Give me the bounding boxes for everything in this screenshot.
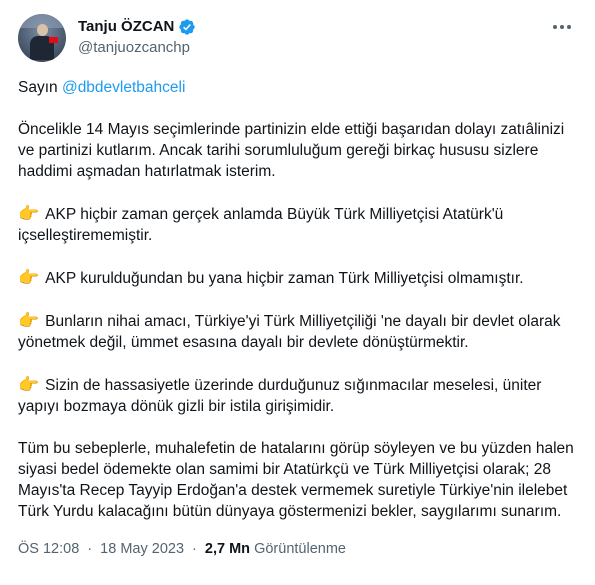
tweet-card: Tanju ÖZCAN @tanjuozcanchp Sayın @dbdevl… <box>0 0 595 585</box>
tweet-date[interactable]: 18 May 2023 <box>100 541 184 557</box>
closing-paragraph: Tüm bu sebeplerle, muhalefetin de hatala… <box>18 440 574 520</box>
point-text: Bunların nihai amacı, Türkiye'yi Türk Mi… <box>18 313 561 351</box>
avatar[interactable] <box>18 14 66 62</box>
pointing-hand-icon: 👉 <box>18 375 40 394</box>
tweet-meta: ÖS 12:08 · 18 May 2023 · 2,7 Mn Görüntül… <box>18 539 346 559</box>
intro-paragraph: Öncelikle 14 Mayıs seçimlerinde partiniz… <box>18 121 565 180</box>
greeting: Sayın @dbdevletbahceli <box>18 77 578 98</box>
author-handle[interactable]: @tanjuozcanchp <box>78 38 196 58</box>
pointing-hand-icon: 👉 <box>18 204 40 223</box>
author-display-name[interactable]: Tanju ÖZCAN <box>78 17 174 37</box>
author-name-row[interactable]: Tanju ÖZCAN <box>78 17 196 37</box>
views-count[interactable]: 2,7 Mn <box>205 541 250 557</box>
greeting-prefix: Sayın <box>18 79 62 96</box>
more-dots-icon[interactable] <box>548 16 576 38</box>
point-text: Sizin de hassasiyetle üzerinde durduğunu… <box>18 377 542 415</box>
point-item: 👉 AKP kurulduğundan bu yana hiçbir zaman … <box>18 267 578 289</box>
views-label: Görüntülenme <box>254 541 346 557</box>
point-text: AKP kurulduğundan bu yana hiçbir zaman T… <box>45 270 524 287</box>
pointing-hand-icon: 👉 <box>18 268 40 287</box>
point-text: AKP hiçbir zaman gerçek anlamda Büyük Tü… <box>18 206 504 244</box>
tweet-header: Tanju ÖZCAN @tanjuozcanchp <box>18 14 578 62</box>
point-item: 👉 Bunların nihai amacı, Türkiye'yi Türk M… <box>18 310 578 353</box>
mention-link[interactable]: @dbdevletbahceli <box>62 79 185 96</box>
verified-badge-icon <box>179 19 196 35</box>
tweet-time[interactable]: ÖS 12:08 <box>18 541 79 557</box>
pointing-hand-icon: 👉 <box>18 311 40 330</box>
meta-separator: · <box>192 541 197 557</box>
author-block: Tanju ÖZCAN @tanjuozcanchp <box>78 17 196 58</box>
point-item: 👉 Sizin de hassasiyetle üzerinde durduğun… <box>18 374 578 417</box>
point-item: 👉 AKP hiçbir zaman gerçek anlamda Büyük T… <box>18 203 578 246</box>
tweet-text: Sayın @dbdevletbahceli Öncelikle 14 Mayı… <box>18 77 578 543</box>
meta-separator: · <box>87 541 93 557</box>
